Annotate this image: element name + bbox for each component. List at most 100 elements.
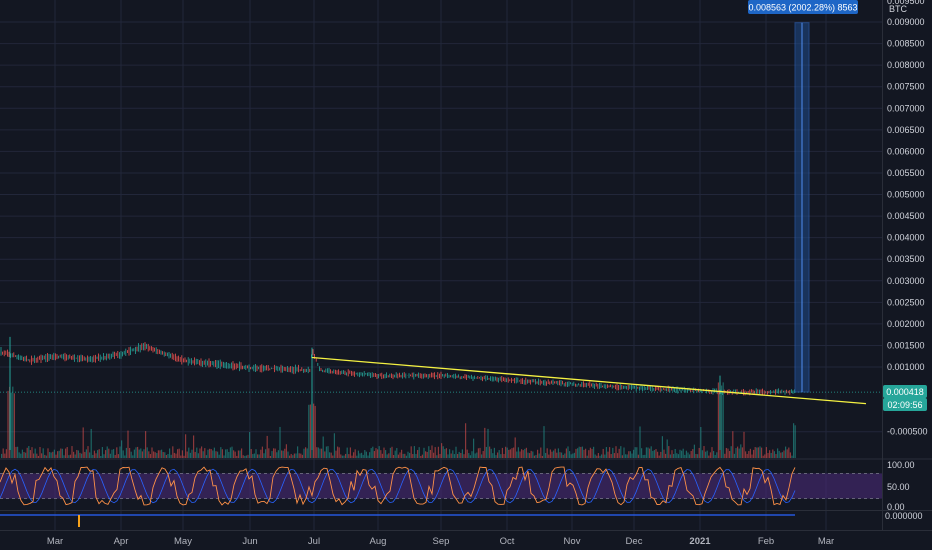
volume-bar [29, 450, 31, 458]
volume-bar [180, 455, 182, 458]
volume-bar [245, 455, 247, 458]
volume-bar [233, 450, 235, 458]
time-label: Mar [47, 536, 63, 547]
volume-bar [356, 455, 358, 458]
time-label: Apr [114, 536, 129, 547]
volume-bar [767, 452, 769, 458]
volume-bar [377, 449, 379, 458]
volume-bar [757, 447, 759, 458]
measure-drawing[interactable] [794, 22, 810, 393]
volume-bar [460, 452, 462, 458]
volume-bar [599, 455, 601, 458]
volume-bar [633, 449, 635, 458]
volume-bar [108, 448, 110, 458]
volume-bar [412, 454, 414, 458]
volume-bar [564, 453, 566, 458]
volume-bar [293, 453, 295, 458]
volume-bar [45, 455, 47, 458]
volume-bar [556, 452, 558, 458]
volume-bar [60, 448, 62, 458]
chart-root[interactable]: 0.009000 0.008500 0.008000 0.007500 0.007000… [0, 0, 932, 550]
volume-bar [770, 452, 772, 458]
volume-bar [313, 403, 315, 458]
volume-bar [380, 450, 382, 458]
volume-bar [457, 453, 459, 458]
volume-bar [474, 453, 476, 458]
volume-bar [714, 454, 716, 458]
volume-bar [157, 450, 159, 458]
price-tick-label: 0.006500 [887, 125, 925, 135]
volume-bar [421, 454, 423, 458]
volume-bar [354, 449, 356, 458]
volume-bar [65, 448, 67, 458]
volume-bar [265, 449, 267, 458]
countdown-badge: 02:09:56 [883, 398, 927, 411]
stoch-tick-label: 50.00 [887, 482, 910, 492]
volume-bar [741, 447, 743, 458]
volume-bar [781, 452, 783, 458]
volume-bar [789, 452, 791, 458]
volume-bar [573, 452, 575, 458]
volume-bar [751, 454, 753, 458]
volume-bar [442, 446, 444, 458]
volume-bar [156, 453, 158, 458]
volume-bar [764, 454, 766, 458]
volume-bar [74, 454, 76, 458]
volume-bar [746, 453, 748, 458]
volume-bar [199, 448, 201, 458]
volume-bar [181, 450, 183, 458]
volume-bar [535, 454, 537, 458]
volume-bar [151, 447, 153, 458]
chart-svg[interactable]: 0.009000 0.008500 0.008000 0.007500 0.007000… [0, 0, 932, 550]
volume-bar [434, 447, 436, 458]
volume-bar [39, 446, 41, 458]
price-tick-label: 0.002000 [887, 319, 925, 329]
volume-bar [607, 451, 609, 458]
volume-bar [130, 451, 132, 458]
volume-bar [665, 453, 667, 458]
volume-bar [620, 446, 622, 458]
volume-bar [317, 447, 319, 458]
volume-bar [791, 455, 793, 458]
price-tick-label: -0.000500 [887, 427, 928, 437]
volume-bar [332, 455, 334, 458]
volume-bar [508, 449, 510, 458]
volume-bar [533, 455, 535, 458]
volume-bar [513, 447, 515, 458]
volume-bar [753, 449, 755, 458]
volume-bar [794, 425, 796, 458]
volume-bar [762, 455, 764, 458]
volume-bar [284, 448, 286, 458]
volume-bar [229, 447, 231, 458]
volume-bar [437, 446, 439, 458]
volume-bar [735, 448, 737, 458]
volume-bar [522, 450, 524, 458]
price-tick-label: 0.003000 [887, 276, 925, 286]
volume-bar [68, 455, 70, 458]
volume-bar [236, 455, 238, 458]
volume-bar [303, 448, 305, 458]
volume-bar [346, 447, 348, 458]
volume-bar [708, 455, 710, 458]
volume-bar [727, 448, 729, 458]
volume-bar [540, 447, 542, 458]
volume-bar [103, 454, 105, 458]
volume-bar [663, 449, 665, 458]
volume-bar [185, 434, 187, 458]
volume-bar [596, 455, 598, 458]
volume-bar [277, 450, 279, 458]
volume-bar [626, 454, 628, 458]
volume-bar [137, 446, 139, 458]
volume-bar [671, 450, 673, 458]
price-tick-label: 0.005500 [887, 168, 925, 178]
volume-bar [703, 446, 705, 458]
volume-bar [281, 450, 283, 458]
volume-bar [327, 446, 329, 458]
price-tick-label: 0.003500 [887, 254, 925, 264]
volume-bar [458, 451, 460, 458]
volume-bar [161, 449, 163, 458]
volume-bar [482, 451, 484, 458]
volume-bar [205, 455, 207, 458]
volume-bar [335, 450, 337, 458]
volume-bar [260, 449, 262, 458]
